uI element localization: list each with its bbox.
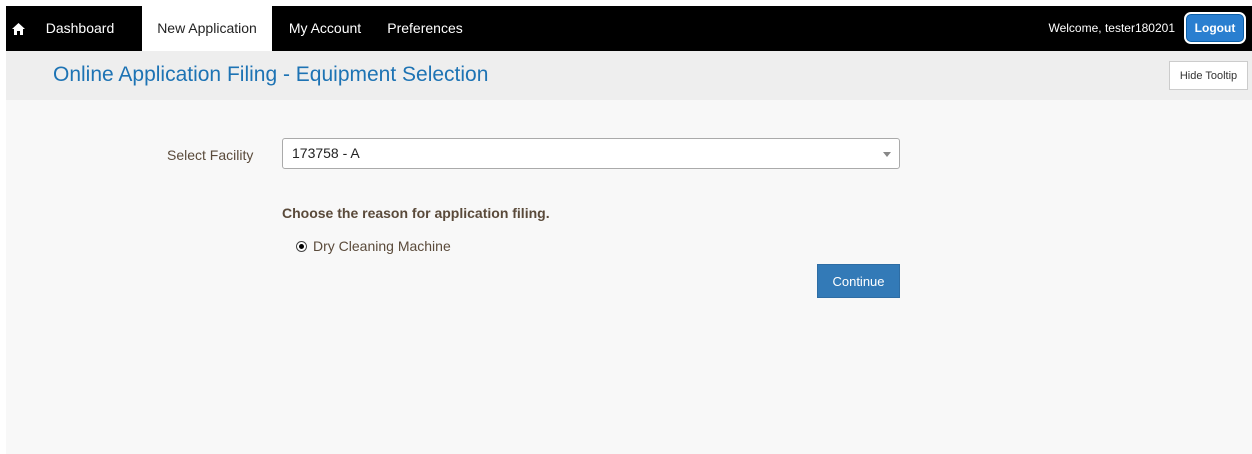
nav-my-account[interactable]: My Account	[276, 6, 374, 51]
continue-button[interactable]: Continue	[817, 264, 900, 298]
reason-option-dry-cleaning[interactable]: Dry Cleaning Machine	[296, 237, 451, 255]
nav-preferences[interactable]: Preferences	[378, 6, 472, 51]
logout-button[interactable]: Logout	[1184, 12, 1246, 44]
logout-label: Logout	[1186, 15, 1244, 41]
reason-option-label: Dry Cleaning Machine	[313, 238, 451, 254]
page-title: Online Application Filing - Equipment Se…	[53, 63, 489, 86]
select-facility-label: Select Facility	[167, 147, 254, 163]
home-icon	[11, 22, 25, 35]
nav-home-link[interactable]	[6, 6, 30, 51]
radio-checked-dot	[299, 243, 304, 249]
app-frame: Dashboard New Application My Account Pre…	[6, 6, 1252, 454]
facility-select[interactable]: 173758 - A	[282, 138, 900, 169]
nav-new-application[interactable]: New Application	[142, 6, 272, 51]
radio-button[interactable]	[296, 240, 307, 252]
page-header: Online Application Filing - Equipment Se…	[6, 51, 1252, 100]
nav-dashboard[interactable]: Dashboard	[30, 6, 130, 51]
welcome-text: Welcome, tester180201	[1048, 21, 1175, 35]
hide-tooltip-button[interactable]: Hide Tooltip	[1169, 61, 1248, 90]
reason-heading: Choose the reason for application filing…	[282, 205, 550, 221]
chevron-down-icon	[883, 152, 891, 157]
top-navbar: Dashboard New Application My Account Pre…	[6, 6, 1252, 51]
facility-selected-value: 173758 - A	[292, 145, 360, 161]
